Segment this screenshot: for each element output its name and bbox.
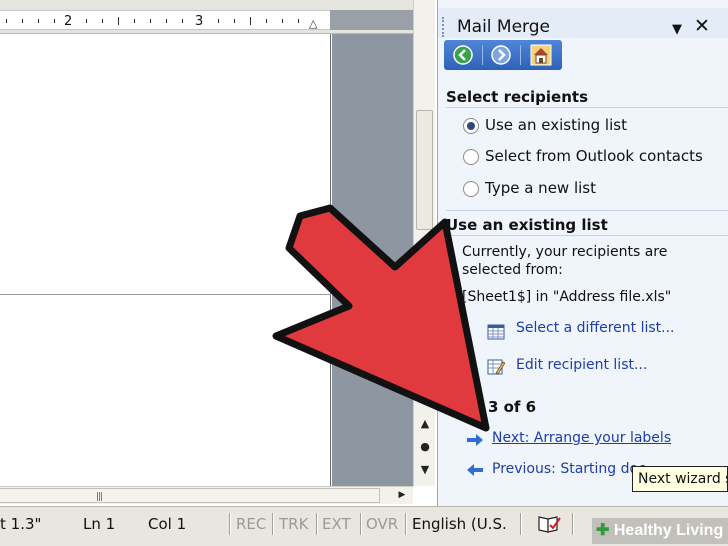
ruler-number-3: 3	[195, 14, 204, 29]
toolbar-separator	[482, 45, 483, 65]
previous-page-icon[interactable]: ▲	[417, 416, 433, 432]
task-pane-toolbar	[444, 40, 562, 70]
status-separator	[360, 513, 362, 535]
next-step-link[interactable]: Next: Arrange your labels	[492, 430, 671, 446]
close-icon[interactable]: ✕	[694, 17, 710, 36]
ruler-tick	[166, 19, 167, 23]
ruler-tick	[150, 19, 151, 23]
ruler-tick	[182, 19, 183, 23]
ruler-tick	[218, 19, 219, 23]
label-gridline	[0, 294, 331, 295]
ruler-margin	[330, 10, 413, 30]
vertical-scrollbar[interactable]: ▲ ● ▼	[413, 0, 435, 486]
edit-recipient-list-link[interactable]: Edit recipient list...	[516, 357, 647, 373]
horizontal-ruler: 2 3 △	[0, 0, 413, 34]
right-indent-marker[interactable]: △	[309, 17, 317, 30]
scroll-grip-icon: |||	[96, 492, 103, 502]
ruler-tick	[86, 19, 87, 23]
ruler-number-2: 2	[64, 14, 73, 29]
table-icon[interactable]	[487, 323, 505, 341]
ruler-tick	[38, 19, 39, 23]
watermark: ✚ Healthy Living	[592, 518, 728, 544]
back-icon[interactable]	[452, 44, 474, 66]
status-position: t 1.3"	[0, 515, 42, 533]
horizontal-scrollbar[interactable]: ||| ▶	[0, 486, 413, 504]
vertical-scroll-thumb[interactable]	[416, 110, 433, 230]
task-pane-title: Mail Merge	[457, 17, 551, 37]
ruler-tick	[282, 19, 283, 23]
ruler-tick	[234, 19, 235, 23]
next-page-icon[interactable]: ▼	[417, 462, 433, 478]
next-arrow-icon[interactable]	[466, 431, 484, 449]
ruler-strip: 2 3 △	[0, 10, 330, 30]
ruler-tick	[54, 19, 55, 23]
horizontal-scroll-thumb[interactable]: |||	[0, 488, 380, 503]
status-ext[interactable]: EXT	[322, 513, 351, 535]
document-area: 2 3 △	[0, 0, 413, 486]
step-indicator: p 3 of 6	[472, 398, 537, 416]
page-gutter	[332, 34, 413, 486]
status-separator	[272, 513, 274, 535]
mail-merge-task-pane: Mail Merge ▼ ✕ Select recipients Use an …	[437, 0, 728, 506]
ruler-tick	[22, 19, 23, 23]
ruler-tick	[134, 19, 135, 23]
ruler-tick	[298, 19, 299, 23]
recipients-description: Currently, your recipients are	[462, 244, 668, 260]
watermark-text: Healthy Living	[613, 522, 724, 539]
ruler-tick	[118, 17, 119, 25]
ruler-tick	[250, 17, 251, 25]
status-separator	[520, 513, 522, 535]
status-separator	[316, 513, 318, 535]
type-new-list-radio[interactable]	[463, 181, 479, 197]
tooltip: Next wizard s	[632, 466, 728, 492]
browse-object-icon[interactable]: ●	[417, 439, 433, 455]
status-trk[interactable]: TRK	[279, 513, 308, 535]
ruler-tick	[266, 19, 267, 23]
previous-arrow-icon[interactable]	[466, 461, 484, 479]
edit-list-icon[interactable]	[487, 358, 505, 376]
task-pane-header: Mail Merge ▼ ✕	[438, 8, 728, 38]
status-separator	[572, 513, 574, 535]
previous-step-link[interactable]: Previous: Starting doc	[492, 461, 646, 477]
status-language[interactable]: English (U.S.	[412, 513, 507, 535]
status-column: Col 1	[148, 515, 187, 533]
ruler-tick	[6, 19, 7, 23]
forward-icon[interactable]	[490, 44, 512, 66]
select-different-list-link[interactable]: Select a different list...	[516, 320, 675, 336]
status-separator	[405, 513, 407, 535]
status-line: Ln 1	[83, 515, 116, 533]
status-rec[interactable]: REC	[236, 513, 266, 535]
use-existing-list-radio[interactable]	[463, 118, 479, 134]
existing-list-heading: Use an existing list	[446, 216, 608, 234]
outlook-contacts-radio[interactable]	[463, 149, 479, 165]
section-divider	[446, 210, 728, 211]
grip-icon[interactable]	[442, 17, 445, 37]
task-pane-menu-button[interactable]: ▼	[672, 22, 682, 37]
select-recipients-heading: Select recipients	[446, 88, 589, 106]
section-divider	[446, 107, 728, 108]
home-icon[interactable]	[530, 44, 552, 66]
outlook-contacts-label[interactable]: Select from Outlook contacts	[485, 147, 703, 165]
section-divider	[446, 235, 728, 236]
type-new-list-label[interactable]: Type a new list	[485, 179, 596, 197]
toolbar-separator	[520, 45, 521, 65]
scroll-right-icon[interactable]: ▶	[393, 488, 411, 503]
ruler-tick	[102, 19, 103, 23]
use-existing-list-label[interactable]: Use an existing list	[485, 116, 627, 134]
status-ovr[interactable]: OVR	[366, 513, 398, 535]
leaf-logo-icon: ✚	[596, 522, 610, 539]
book-check-icon[interactable]	[536, 513, 562, 535]
recipients-description-2: selected from:	[462, 262, 563, 278]
status-separator	[229, 513, 231, 535]
document-page[interactable]	[0, 34, 331, 486]
recipients-source: [Sheet1$] in "Address file.xls"	[462, 289, 672, 305]
